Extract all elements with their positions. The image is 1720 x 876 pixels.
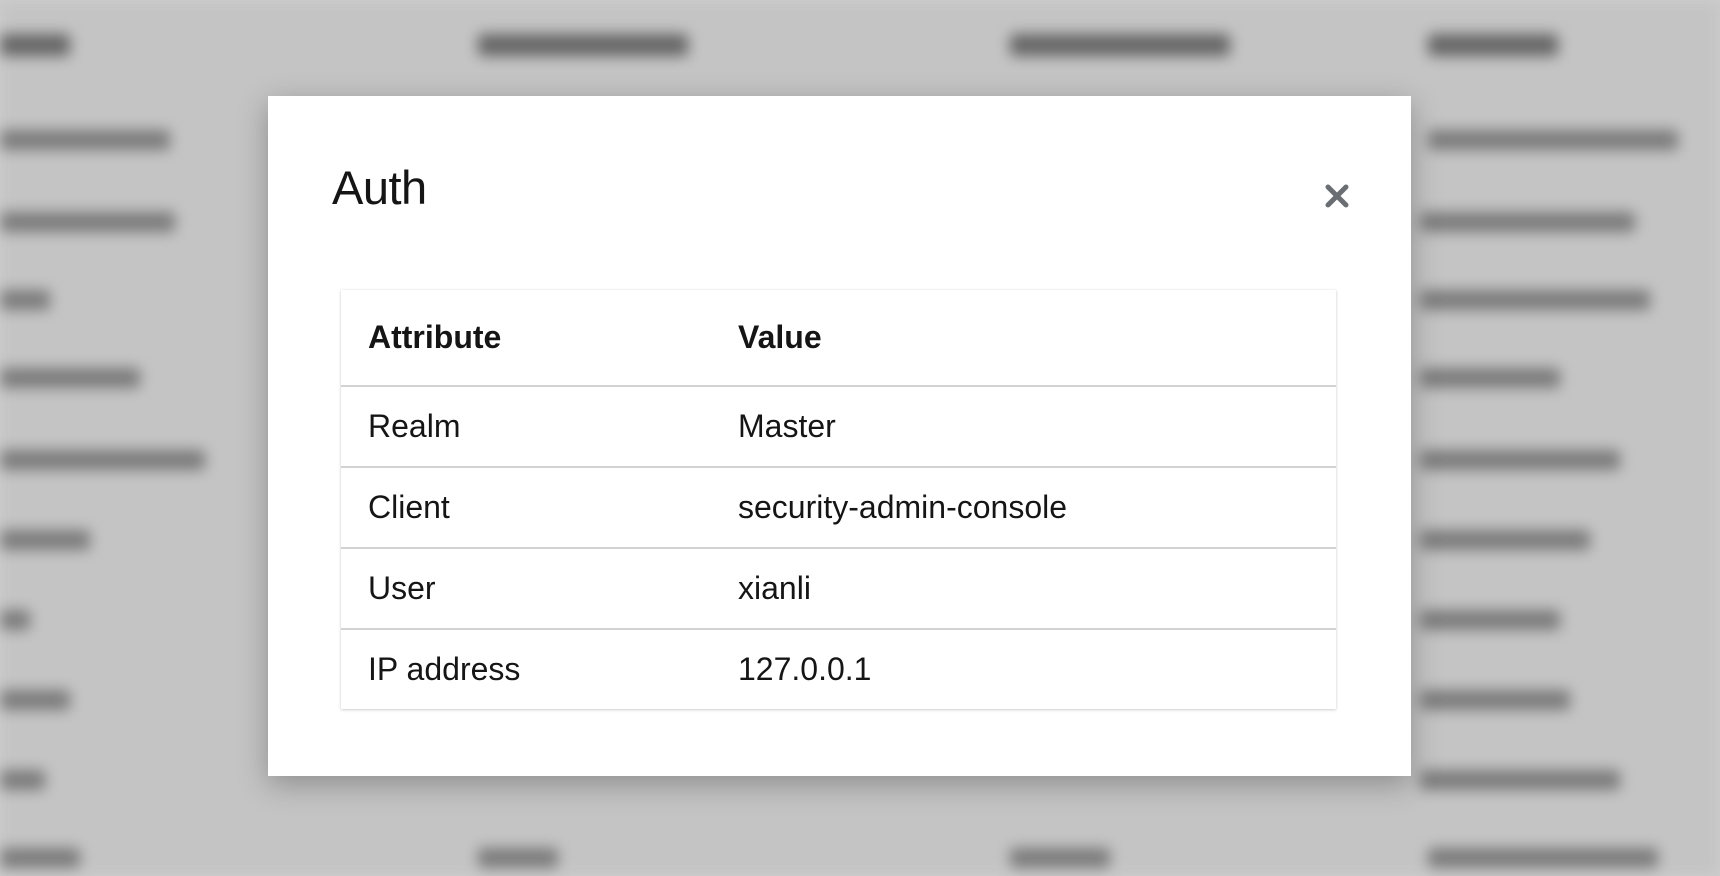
attribute-cell: IP address [368, 651, 521, 687]
modal-title: Auth [332, 161, 427, 214]
value-cell: 127.0.0.1 [738, 651, 872, 687]
table-header-row: Attribute Value [341, 290, 1336, 387]
value-cell: xianli [711, 548, 1336, 630]
close-button[interactable] [1319, 178, 1355, 214]
close-icon [1319, 178, 1355, 214]
column-header-value: Value [711, 290, 1336, 387]
auth-modal: Auth Attribute Value Realm Master Client… [268, 96, 1411, 776]
table-row: User xianli [341, 548, 1336, 630]
attribute-cell: Client [341, 467, 711, 549]
table-row: IP address 127.0.0.1 [341, 629, 1336, 709]
auth-attributes-table: Attribute Value Realm Master Client secu… [341, 290, 1336, 709]
table-row: Client security-admin-console [341, 467, 1336, 549]
attribute-cell: Realm [341, 386, 711, 468]
attribute-cell: User [341, 548, 711, 630]
column-header-attribute: Attribute [341, 290, 711, 387]
value-cell: security-admin-console [711, 467, 1336, 549]
table-row: Realm Master [341, 386, 1336, 468]
value-cell: Master [711, 386, 1336, 468]
